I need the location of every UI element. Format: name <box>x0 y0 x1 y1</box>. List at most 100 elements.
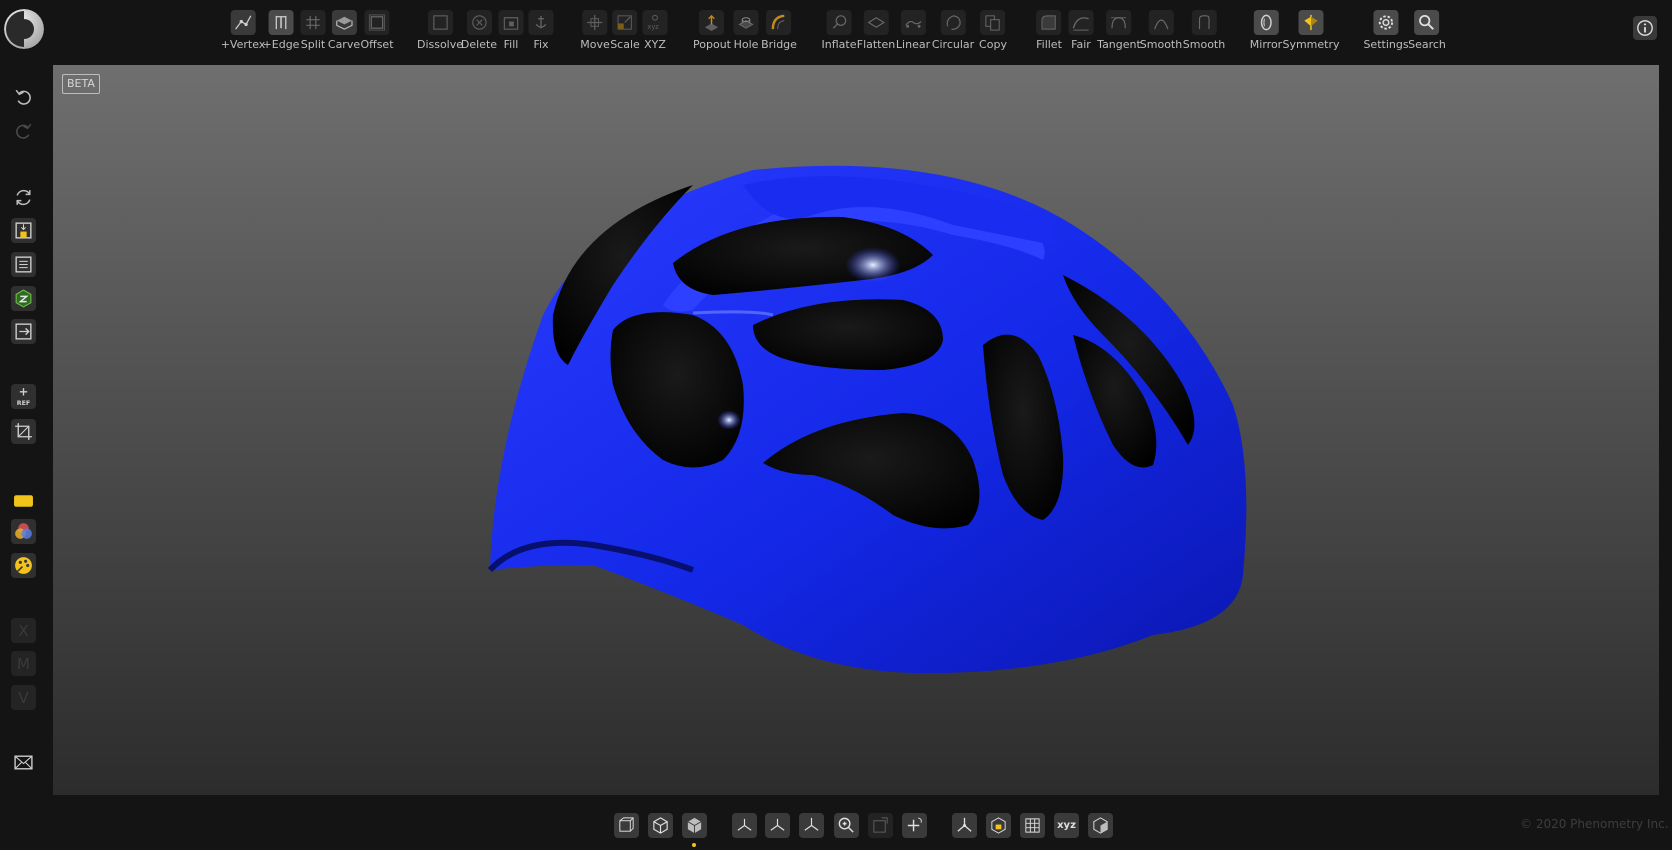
copy-label: Copy <box>979 38 1007 51</box>
grid-button[interactable] <box>1020 813 1045 838</box>
3d-viewport[interactable]: BETA <box>53 65 1659 795</box>
hole-icon <box>733 10 759 35</box>
smooth-surface-icon <box>1191 10 1217 35</box>
export-button[interactable] <box>11 319 36 344</box>
tangent-button[interactable]: Tangent <box>1097 10 1141 51</box>
undo-button[interactable] <box>11 85 36 110</box>
linear-button[interactable]: Linear <box>896 10 930 51</box>
fill-button[interactable]: Fill <box>498 10 524 51</box>
undo-icon <box>15 89 31 105</box>
mirror-label: Mirror <box>1249 38 1283 51</box>
scale-button[interactable]: Scale <box>610 10 640 51</box>
circular-icon <box>940 10 966 35</box>
color-wheel-button[interactable] <box>11 519 36 544</box>
circular-button[interactable]: Circular <box>932 10 974 51</box>
view-y-button[interactable] <box>765 813 790 838</box>
inflate-button[interactable]: Inflate <box>821 10 857 51</box>
copy-button[interactable]: Copy <box>979 10 1007 51</box>
fix-label: Fix <box>533 38 549 51</box>
popout-button[interactable]: Popout <box>693 10 731 51</box>
move-button[interactable]: Move <box>580 10 610 51</box>
bounding-box-button[interactable] <box>986 813 1011 838</box>
export-3d-button[interactable] <box>11 286 36 311</box>
mirror-icon <box>1253 10 1279 35</box>
view-x-button[interactable] <box>732 813 757 838</box>
symmetry-button[interactable]: Symmetry <box>1282 10 1340 51</box>
xyz-icon: xyz <box>642 10 668 35</box>
popout-icon <box>699 10 725 35</box>
dissolve-button[interactable]: Dissolve <box>417 10 463 51</box>
export-icon <box>15 323 32 340</box>
delete-button[interactable]: Delete <box>461 10 497 51</box>
popout-label: Popout <box>693 38 731 51</box>
axis-z-view-icon <box>804 817 819 831</box>
add-edge-button[interactable]: +Edge <box>262 10 300 51</box>
flatten-button[interactable]: Flatten <box>856 10 896 51</box>
add-vertex-button[interactable]: +Vertex <box>221 10 265 51</box>
palette-button[interactable] <box>11 553 36 578</box>
add-edge-label: +Edge <box>262 38 300 51</box>
frame-select-icon <box>873 817 888 833</box>
x-key-button[interactable]: X <box>11 618 36 643</box>
search-button[interactable]: Search <box>1408 10 1446 51</box>
smooth-surface-button[interactable]: Smooth <box>1183 10 1225 51</box>
xyz-button[interactable]: xyz XYZ <box>642 10 668 51</box>
gizmo-button[interactable] <box>952 813 977 838</box>
refresh-button[interactable] <box>11 185 36 210</box>
flatten-icon <box>863 10 889 35</box>
scale-label: Scale <box>610 38 640 51</box>
bridge-button[interactable]: Bridge <box>761 10 797 51</box>
hole-button[interactable]: Hole <box>733 10 759 51</box>
crop-button[interactable] <box>11 419 36 444</box>
solid-view-button[interactable] <box>682 813 707 838</box>
view-z-button[interactable] <box>799 813 824 838</box>
hole-label: Hole <box>733 38 759 51</box>
m-letter-icon: M <box>17 654 30 673</box>
material-button[interactable] <box>11 488 36 513</box>
wireframe-view-button[interactable] <box>614 813 639 838</box>
add-reference-icon: REF <box>17 388 30 407</box>
inflate-label: Inflate <box>821 38 857 51</box>
bounding-box-icon <box>991 817 1006 834</box>
fair-label: Fair <box>1071 38 1091 51</box>
scale-icon <box>612 10 638 35</box>
fix-icon <box>528 10 554 35</box>
mail-button[interactable] <box>11 750 36 775</box>
add-reference-button[interactable]: REF <box>11 384 36 409</box>
helmet-model[interactable] <box>53 65 1659 795</box>
fix-button[interactable]: Fix <box>528 10 554 51</box>
carve-button[interactable]: Carve <box>328 10 360 51</box>
flatten-label: Flatten <box>856 38 896 51</box>
zoom-button[interactable] <box>834 813 859 838</box>
fair-button[interactable]: Fair <box>1068 10 1094 51</box>
frame-select-button[interactable] <box>868 813 893 838</box>
outline-cube-icon <box>653 817 668 834</box>
info-button[interactable] <box>1633 16 1657 40</box>
pivot-button[interactable] <box>902 813 927 838</box>
fill-label: Fill <box>503 38 519 51</box>
material-icon <box>14 495 33 507</box>
m-key-button[interactable]: M <box>11 651 36 676</box>
fillet-icon <box>1036 10 1062 35</box>
settings-button[interactable]: Settings <box>1363 10 1409 51</box>
fair-icon <box>1068 10 1094 35</box>
crop-icon <box>15 423 32 440</box>
solid-cube-icon <box>687 817 702 834</box>
mail-icon <box>14 755 33 770</box>
xyz-toggle-button[interactable]: xyz <box>1054 813 1079 838</box>
mirror-button[interactable]: Mirror <box>1250 10 1282 51</box>
bridge-icon <box>766 10 792 35</box>
save-button[interactable] <box>11 218 36 243</box>
linear-icon <box>900 10 926 35</box>
xyz-label: XYZ <box>644 38 666 51</box>
redo-button[interactable] <box>11 119 36 144</box>
smooth-curve-button[interactable]: Smooth <box>1140 10 1182 51</box>
split-button[interactable]: Split <box>300 10 326 51</box>
fillet-button[interactable]: Fillet <box>1036 10 1062 51</box>
outline-view-button[interactable] <box>648 813 673 838</box>
xyz-label-icon: xyz <box>1057 820 1076 831</box>
save-as-button[interactable] <box>11 252 36 277</box>
offset-button[interactable]: Offset <box>360 10 394 51</box>
v-key-button[interactable]: V <box>11 685 36 710</box>
ortho-view-button[interactable] <box>1088 813 1113 838</box>
